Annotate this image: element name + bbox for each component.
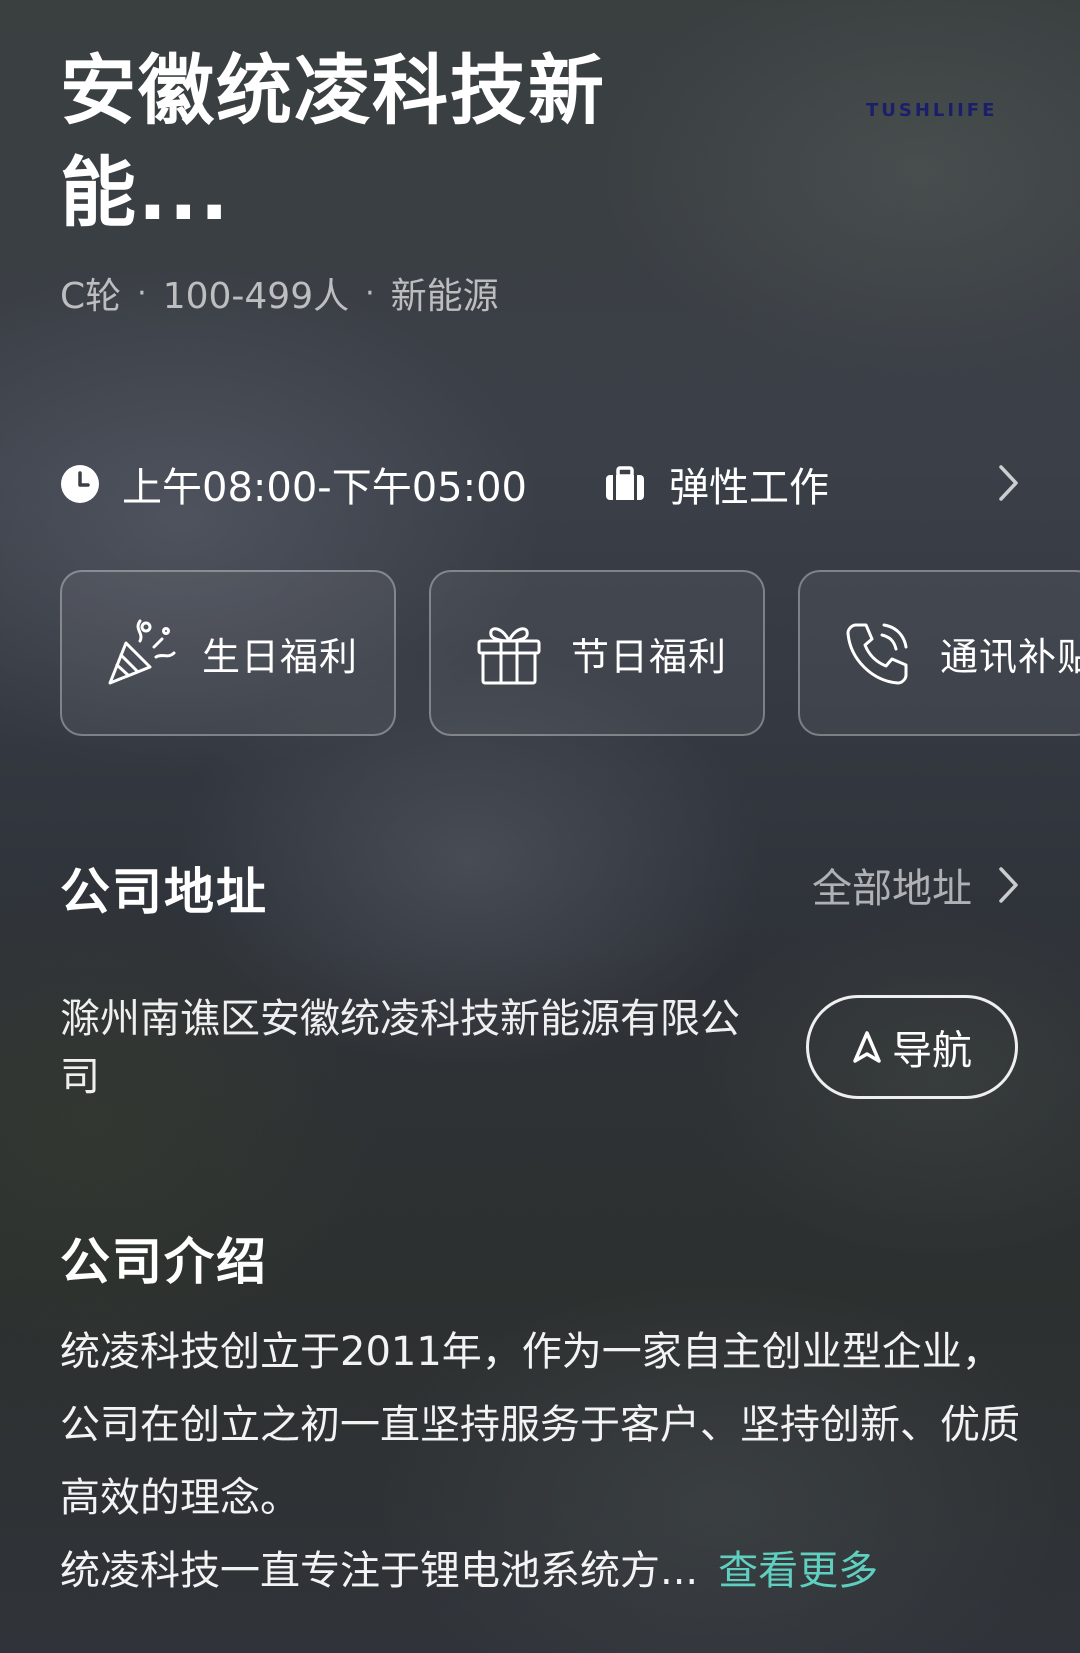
all-addresses-link[interactable]: 全部地址	[812, 856, 1020, 914]
all-addresses-label: 全部地址	[812, 866, 972, 912]
address-section-title: 公司地址	[60, 863, 268, 921]
chevron-right-icon	[998, 866, 1020, 904]
company-industry: 新能源	[390, 276, 499, 317]
benefit-card-birthday[interactable]: 生日福利	[60, 570, 396, 736]
intro-paragraph-text: 统凌科技一直专注于锂电池系统方...	[60, 1548, 699, 1594]
party-popper-icon	[104, 617, 176, 689]
company-size: 100-499人	[162, 276, 350, 317]
benefit-card-telecom[interactable]: 通讯补贴	[798, 570, 1080, 736]
benefit-card-holiday[interactable]: 节日福利	[429, 570, 765, 736]
company-intro: 统凌科技创立于2011年，作为一家自主创业型企业，公司在创立之初一直坚持服务于客…	[60, 1316, 1030, 1608]
navigate-label: 导航	[892, 1028, 972, 1074]
gift-icon	[473, 617, 545, 689]
clock-icon	[60, 464, 100, 504]
benefit-label: 生日福利	[202, 634, 359, 679]
company-name: 安徽统凌科技新能...	[60, 46, 606, 237]
work-mode: 弹性工作	[668, 465, 829, 511]
navigate-button[interactable]: 导航	[806, 995, 1018, 1099]
funding-stage: C轮	[60, 276, 122, 317]
benefit-label: 通讯补贴	[940, 634, 1080, 679]
intro-paragraph-truncated: 统凌科技一直专注于锂电池系统方... 查看更多	[60, 1535, 1030, 1608]
chevron-right-icon	[998, 464, 1020, 506]
intro-section-title: 公司介绍	[60, 1233, 268, 1291]
intro-paragraph: 统凌科技创立于2011年，作为一家自主创业型企业，公司在创立之初一直坚持服务于客…	[60, 1329, 1020, 1521]
work-hours: 上午08:00-下午05:00	[122, 465, 527, 511]
briefcase-icon	[605, 464, 645, 504]
watermark: TUSHLIIFE	[866, 100, 998, 121]
meta-separator: ·	[365, 275, 375, 311]
company-meta: C轮 · 100-499人 · 新能源	[60, 268, 499, 318]
benefit-label: 节日福利	[571, 634, 728, 679]
view-more-link[interactable]: 查看更多	[718, 1548, 878, 1594]
company-address: 滁州南谯区安徽统凌科技新能源有限公司	[60, 996, 740, 1100]
phone-icon	[842, 617, 914, 689]
navigation-arrow-icon	[852, 1030, 882, 1064]
work-info-row[interactable]: 上午08:00-下午05:00 弹性工作	[60, 452, 1020, 516]
meta-separator: ·	[137, 275, 147, 311]
